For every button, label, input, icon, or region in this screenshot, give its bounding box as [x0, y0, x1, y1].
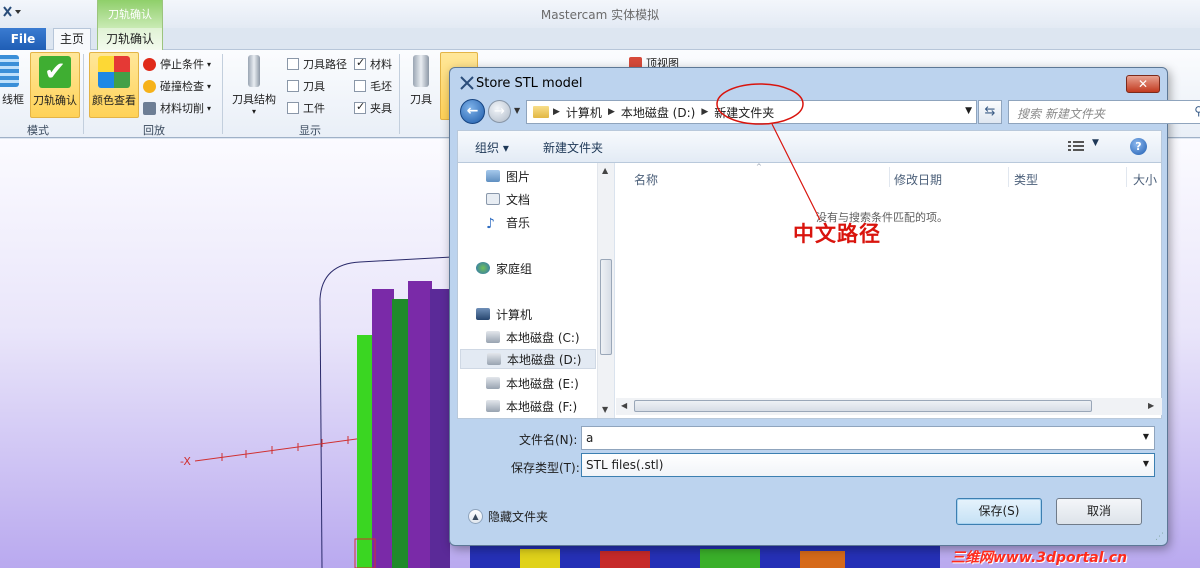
annotation-pointer — [771, 123, 821, 221]
annotation-overlay — [716, 83, 821, 221]
watermark: 三维网www.3dportal.cn — [951, 550, 1128, 566]
annotation-text: 中文路径 — [793, 222, 881, 246]
annotation-ellipse — [716, 83, 804, 125]
